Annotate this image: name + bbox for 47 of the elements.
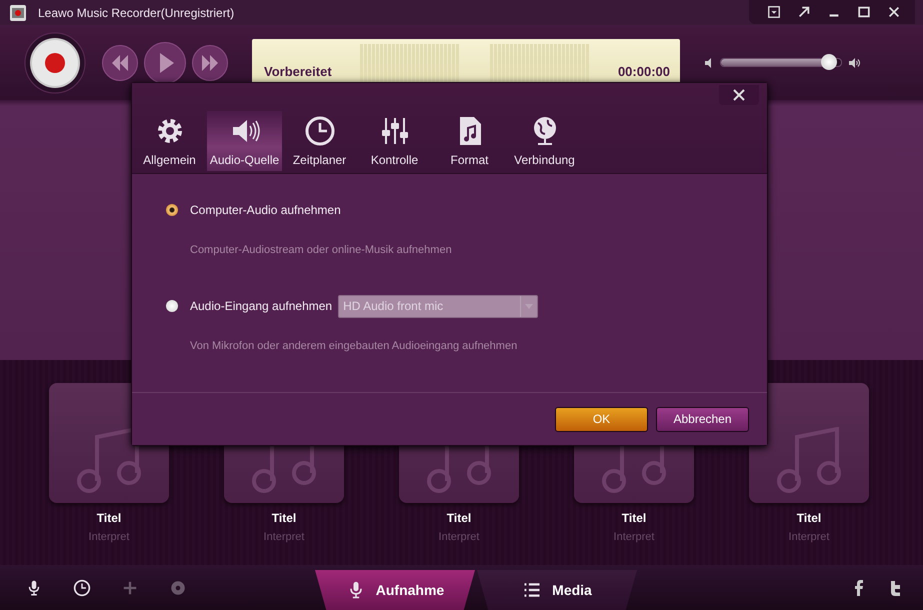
settings-tab[interactable]: Audio-Quelle xyxy=(207,111,282,171)
track-title: Titel xyxy=(446,511,472,525)
time-display: 00:00:00 xyxy=(618,64,670,78)
view-tab[interactable]: Aufnahme xyxy=(315,570,475,610)
option-label[interactable]: Computer-Audio aufnehmen xyxy=(190,203,341,217)
track-artist: Interpret xyxy=(438,531,480,543)
music-note-icon xyxy=(777,427,841,493)
rewind-button[interactable] xyxy=(102,44,138,80)
settings-tab[interactable]: Zeitplaner xyxy=(282,111,357,171)
clock-icon xyxy=(304,115,336,147)
radio-button[interactable] xyxy=(166,300,178,312)
close-icon[interactable] xyxy=(887,5,901,19)
window-title: Leawo Music Recorder(Unregistriert) xyxy=(38,6,236,20)
fast-forward-button[interactable] xyxy=(192,44,228,80)
view-tab[interactable]: Media xyxy=(477,570,637,610)
close-icon xyxy=(733,89,745,101)
option-label[interactable]: Audio-Eingang aufnehmen xyxy=(190,299,332,313)
dropdown-icon[interactable] xyxy=(767,5,781,19)
track-artist: Interpret xyxy=(88,531,130,543)
track-artist: Interpret xyxy=(788,531,830,543)
clock-icon[interactable] xyxy=(73,578,91,596)
option-description: Von Mikrofon oder anderem eingebauten Audioeingang aufnehmen xyxy=(190,340,518,352)
app-icon xyxy=(10,4,26,20)
settings-tab[interactable]: Allgemein xyxy=(132,111,207,171)
record-button[interactable] xyxy=(24,32,86,94)
cancel-button[interactable]: Abbrechen xyxy=(656,406,749,432)
facebook-icon[interactable] xyxy=(853,580,865,596)
track-title: Titel xyxy=(622,511,646,525)
close-button[interactable] xyxy=(719,85,759,105)
arrow-icon[interactable] xyxy=(797,5,811,19)
play-button[interactable] xyxy=(144,42,186,84)
radio-button[interactable] xyxy=(166,204,178,216)
track-artist: Interpret xyxy=(264,531,304,543)
track-title: Titel xyxy=(96,511,122,525)
settings-tab[interactable]: Format xyxy=(432,111,507,171)
maximize-icon[interactable] xyxy=(857,5,871,19)
settings-tab[interactable]: Kontrolle xyxy=(357,111,432,171)
twitter-icon[interactable] xyxy=(889,580,901,596)
settings-tab[interactable]: Verbindung xyxy=(507,111,582,171)
speaker-high-icon xyxy=(848,58,860,68)
track-title: Titel xyxy=(796,511,822,525)
speaker-low-icon xyxy=(704,58,714,68)
track-artist: Interpret xyxy=(614,531,654,543)
status-text: Vorbereitet xyxy=(264,64,332,78)
volume-thumb[interactable] xyxy=(821,54,837,70)
option-description: Computer-Audiostream oder online-Musik aufnehmen xyxy=(190,244,453,256)
track-title: Titel xyxy=(272,511,296,525)
